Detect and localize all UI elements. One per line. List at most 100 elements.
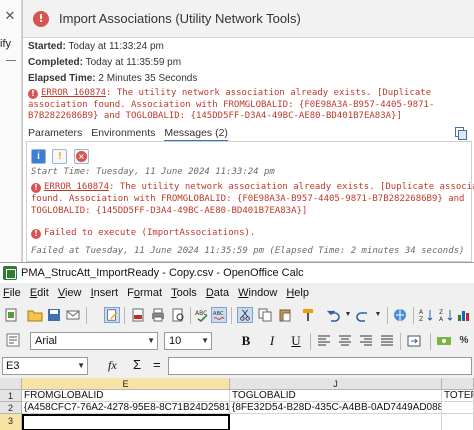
screenshot-root: ✕ ify ! Import Associations (Utility Net… xyxy=(0,0,474,430)
underline-button[interactable]: U xyxy=(288,333,304,349)
menu-window[interactable]: Window xyxy=(235,287,280,299)
messages-panel: i ! × Start Time: Tuesday, 11 June 2024 … xyxy=(26,141,474,262)
hyperlink-icon[interactable] xyxy=(392,307,408,323)
warning-filter-button[interactable]: ! xyxy=(52,149,68,164)
message-failed-execute-text: Failed to execute (ImportAssociations). xyxy=(44,228,256,238)
sort-ascending-icon[interactable]: AZ xyxy=(418,307,434,323)
chart-icon[interactable] xyxy=(456,307,472,323)
chevron-down-icon[interactable]: ▼ xyxy=(340,307,356,323)
error-filter-button[interactable]: × xyxy=(73,149,89,164)
chevron-down-icon[interactable]: ▼ xyxy=(370,307,386,323)
chevron-down-icon[interactable]: ▼ xyxy=(201,333,209,349)
info-filter-button[interactable]: i xyxy=(31,149,46,164)
menu-view[interactable]: View xyxy=(55,287,85,299)
cell-next-3[interactable] xyxy=(442,414,474,430)
summary-error-line2: association found. Association with FROM… xyxy=(28,99,435,110)
menu-insert[interactable]: Insert xyxy=(88,287,122,299)
cell-j1[interactable]: TOGLOBALID xyxy=(230,390,442,402)
error-icon: ! xyxy=(31,183,41,193)
print-icon[interactable] xyxy=(150,307,166,323)
copy-icon[interactable] xyxy=(257,307,273,323)
background-fragment-text: ify xyxy=(0,38,11,50)
justify-icon[interactable] xyxy=(379,333,395,349)
message-error-code-link[interactable]: ERROR 160874 xyxy=(44,182,109,192)
copy-icon[interactable] xyxy=(455,127,467,140)
page-preview-icon[interactable] xyxy=(170,307,186,323)
menu-file[interactable]: File xyxy=(0,287,24,299)
tab-parameters[interactable]: Parameters xyxy=(28,127,82,140)
row-header-3[interactable]: 3 xyxy=(0,414,22,430)
started-line: Started: Today at 11:33:24 pm xyxy=(28,41,164,52)
function-wizard-button[interactable]: fx xyxy=(108,358,117,373)
edit-file-icon[interactable] xyxy=(104,307,120,323)
spellcheck-icon[interactable]: ABC xyxy=(194,307,210,323)
error-icon: ! xyxy=(28,89,38,99)
align-center-icon[interactable] xyxy=(337,333,353,349)
menu-edit[interactable]: Edit xyxy=(27,287,52,299)
message-error-line1: ! ERROR 160874: The utility network assoc… xyxy=(31,182,474,194)
column-header-next[interactable] xyxy=(442,378,474,390)
export-pdf-icon[interactable] xyxy=(130,307,146,323)
cell-next-2[interactable] xyxy=(442,402,474,414)
error-icon: ! xyxy=(31,229,41,239)
cell-e1[interactable]: FROMGLOBALID xyxy=(22,390,230,402)
svg-text:Z: Z xyxy=(439,309,443,316)
row-header-1[interactable]: 1 xyxy=(0,390,22,402)
column-header-j[interactable]: J xyxy=(230,378,442,390)
formula-input[interactable] xyxy=(168,357,472,375)
sort-descending-icon[interactable]: ZA xyxy=(438,307,454,323)
currency-format-icon[interactable] xyxy=(436,333,452,349)
svg-text:A: A xyxy=(419,309,424,316)
tab-messages[interactable]: Messages (2) xyxy=(164,127,228,142)
undo-icon[interactable] xyxy=(325,307,341,323)
new-document-icon[interactable] xyxy=(3,307,19,323)
autospellcheck-icon[interactable]: ABC xyxy=(211,307,227,323)
redo-icon[interactable] xyxy=(355,307,371,323)
close-icon[interactable]: ✕ xyxy=(2,8,18,24)
menu-data[interactable]: Data xyxy=(203,287,232,299)
message-failed-at: Failed at Tuesday, 11 June 2024 11:35:59… xyxy=(31,246,465,256)
select-all-corner[interactable] xyxy=(0,378,22,390)
save-icon[interactable] xyxy=(46,307,62,323)
styles-icon[interactable] xyxy=(5,332,21,348)
cell-j2[interactable]: {8FE32D54-B28D-435C-A4BB-0AD7449AD088} xyxy=(230,402,442,414)
open-folder-icon[interactable] xyxy=(27,307,43,323)
cell-next-1[interactable]: TOTEF xyxy=(442,390,474,402)
tab-environments[interactable]: Environments xyxy=(91,127,155,140)
formatting-toolbar: Arial ▼ 10 ▼ B I U % xyxy=(0,329,474,353)
cell-e2[interactable]: {A458CFC7-76A2-4278-95E8-8C71B24D2581} xyxy=(22,402,230,414)
column-header-e[interactable]: E xyxy=(22,378,230,390)
menu-help[interactable]: Help xyxy=(283,287,312,299)
error-icon: × xyxy=(75,151,87,162)
italic-button[interactable]: I xyxy=(264,333,280,349)
menu-format[interactable]: Format xyxy=(124,287,165,299)
name-box[interactable]: E3 ▼ xyxy=(2,357,88,375)
font-name-select[interactable]: Arial ▼ xyxy=(30,332,158,350)
menu-tools[interactable]: Tools xyxy=(168,287,200,299)
cell-j3[interactable] xyxy=(230,414,442,430)
bold-button[interactable]: B xyxy=(238,333,254,349)
font-size-select[interactable]: 10 ▼ xyxy=(164,332,212,350)
error-code-link[interactable]: ERROR 160874 xyxy=(41,88,106,98)
function-button[interactable]: = xyxy=(153,357,161,372)
started-value: Today at 11:33:24 pm xyxy=(68,41,164,52)
elapsed-line: Elapsed Time: 2 Minutes 35 Seconds xyxy=(28,73,197,84)
cell-e3-active[interactable] xyxy=(22,414,230,430)
clone-formatting-icon[interactable] xyxy=(300,307,316,323)
percent-format-icon[interactable]: % xyxy=(456,333,472,349)
row-header-2[interactable]: 2 xyxy=(0,402,22,414)
align-left-icon[interactable] xyxy=(316,333,332,349)
paste-icon[interactable] xyxy=(277,307,293,323)
panel-title: Import Associations (Utility Network Too… xyxy=(59,11,301,26)
chevron-down-icon[interactable]: ▼ xyxy=(147,333,155,349)
merge-cells-icon[interactable] xyxy=(406,333,422,349)
toolbar-separator xyxy=(190,307,191,324)
chevron-down-icon[interactable]: ▼ xyxy=(77,358,85,374)
toolbar-separator xyxy=(400,333,401,350)
spreadsheet-grid: E J 1 2 3 FROMGLOBALID TOGLOBALID TOTEF … xyxy=(0,378,474,430)
align-right-icon[interactable] xyxy=(358,333,374,349)
email-icon[interactable] xyxy=(65,307,81,323)
sum-button[interactable]: Σ xyxy=(133,357,141,372)
cut-icon[interactable] xyxy=(237,307,253,323)
toolbar-separator xyxy=(310,333,311,350)
